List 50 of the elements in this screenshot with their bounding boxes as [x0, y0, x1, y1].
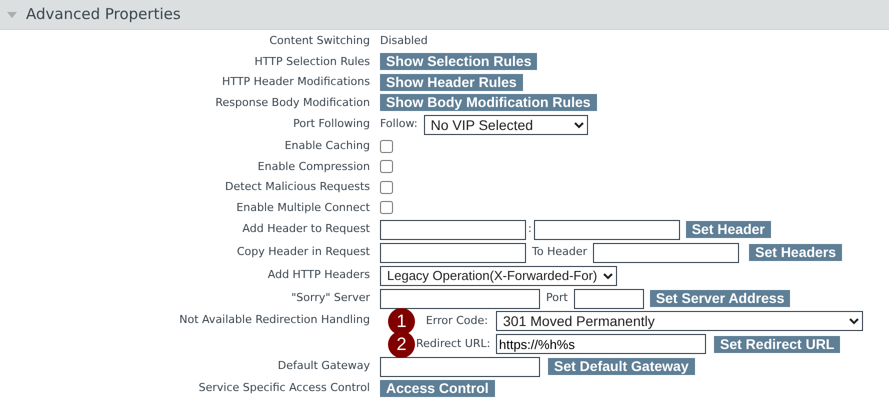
step-marker: 1: [388, 308, 415, 335]
action-button[interactable]: Set Server Address: [650, 290, 790, 307]
action-button[interactable]: Set Default Gateway: [548, 358, 695, 375]
dropdown[interactable]: 301 Moved Permanently: [496, 311, 863, 331]
field-label: Service Specific Access Control: [198, 380, 371, 396]
follow-label: Follow:: [380, 116, 418, 132]
input-field[interactable]: https://%h%s: [496, 334, 706, 354]
field-label: Default Gateway: [276, 358, 371, 374]
field-label: Error Code:: [424, 312, 489, 329]
field-label: Enable Compression: [256, 158, 371, 174]
action-button[interactable]: Show Body Modification Rules: [380, 94, 597, 112]
input-field[interactable]: [380, 356, 540, 376]
checkbox[interactable]: [380, 180, 393, 194]
action-button[interactable]: Show Selection Rules: [380, 53, 538, 70]
field-label: Copy Header in Request: [236, 244, 371, 260]
field-label: Detect Malicious Requests: [224, 179, 371, 195]
action-button[interactable]: Access Control: [380, 380, 495, 397]
separator-label: :: [528, 221, 532, 238]
input-field[interactable]: [593, 242, 740, 262]
input-field[interactable]: [534, 220, 680, 240]
action-button[interactable]: Show Header Rules: [380, 74, 523, 91]
port-label: Port: [546, 290, 568, 306]
section-header[interactable]: Advanced Properties: [0, 0, 889, 30]
field-label: Enable Multiple Connect: [235, 200, 371, 216]
action-button[interactable]: Set Redirect URL: [714, 336, 840, 352]
input-field[interactable]: [380, 242, 526, 262]
input-field[interactable]: [380, 220, 526, 240]
checkbox[interactable]: [380, 140, 393, 153]
field-label: Add Header to Request: [241, 221, 371, 238]
checkbox[interactable]: [380, 160, 393, 174]
field-label: Redirect URL:: [416, 336, 490, 352]
separator-label: To Header: [532, 244, 588, 260]
field-label: Response Body Modification: [214, 94, 371, 110]
action-button[interactable]: Set Header: [686, 221, 771, 238]
field-label: Add HTTP Headers: [266, 267, 371, 284]
dropdown[interactable]: Legacy Operation(X-Forwarded-For): [380, 266, 617, 286]
field-label: Enable Caching: [284, 138, 371, 154]
value-text: Disabled: [380, 33, 428, 49]
input-field[interactable]: [380, 288, 540, 308]
checkbox[interactable]: [380, 201, 393, 214]
action-button[interactable]: Set Headers: [749, 244, 842, 261]
field-label: Content Switching: [268, 33, 371, 49]
field-label: Port Following: [292, 116, 371, 132]
step-marker: 2: [388, 331, 415, 358]
dropdown[interactable]: No VIP Selected: [424, 114, 588, 134]
field-label: "Sorry" Server: [290, 290, 371, 306]
field-label: HTTP Header Modifications: [221, 74, 371, 90]
field-label: HTTP Selection Rules: [253, 54, 371, 70]
input-field[interactable]: [574, 288, 644, 308]
field-label: Not Available Redirection Handling: [178, 312, 371, 328]
